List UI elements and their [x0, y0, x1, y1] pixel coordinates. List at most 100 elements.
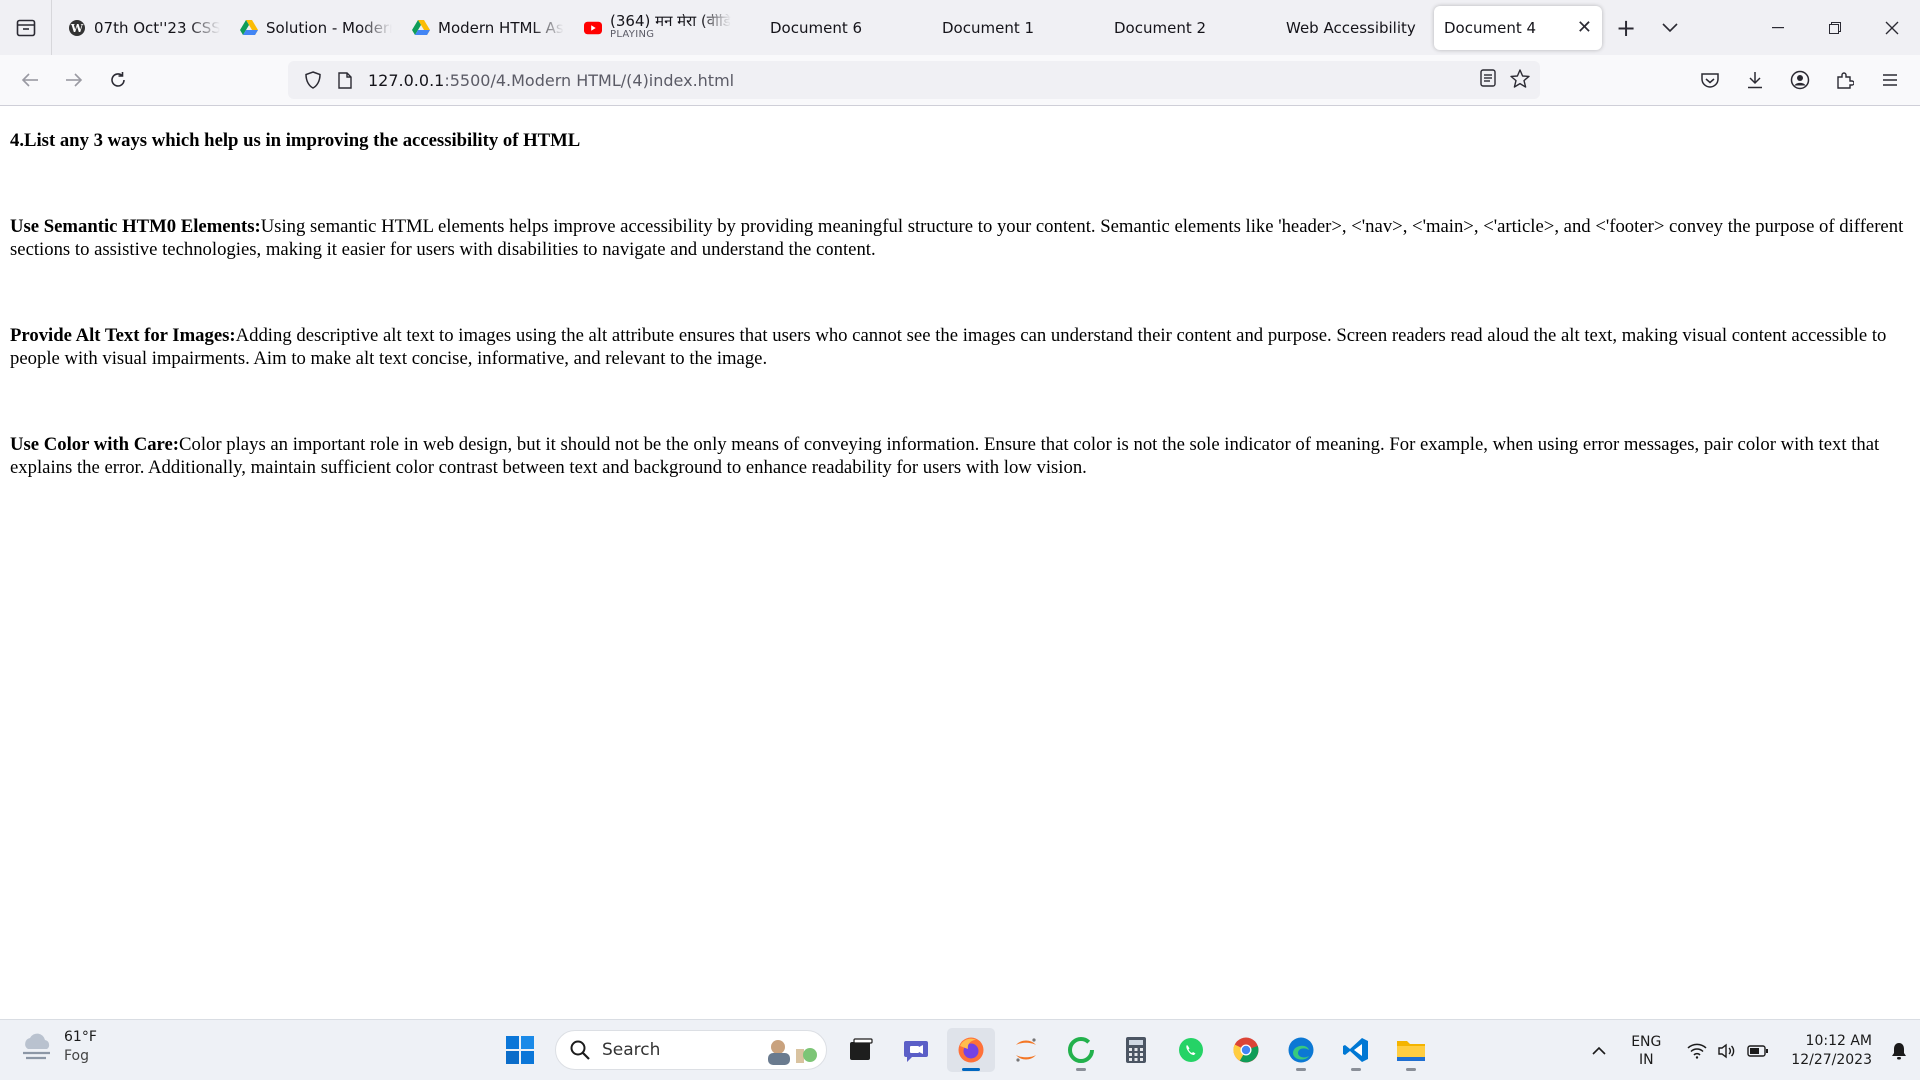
- taskbar: 61°F Fog Search ENG IN 10:12 AM 12/27/20…: [0, 1019, 1920, 1080]
- tab-solution[interactable]: Solution - Modern: [230, 6, 402, 50]
- page-content: 4.List any 3 ways which help us in impro…: [0, 107, 1920, 1019]
- running-indicator: [1076, 1068, 1086, 1071]
- volume-icon: [1718, 1043, 1735, 1058]
- notifications-button[interactable]: [1884, 1042, 1914, 1060]
- app-green-ring-button[interactable]: [1057, 1028, 1105, 1072]
- firefox-taskbar-button[interactable]: [947, 1028, 995, 1072]
- accessibility-item: Use Color with Care:Color plays an impor…: [10, 433, 1910, 479]
- running-indicator: [1351, 1068, 1361, 1071]
- url-host: 127.0.0.1: [368, 70, 445, 90]
- tab-modern-html[interactable]: Modern HTML As: [402, 6, 574, 50]
- hamburger-menu-icon: [1882, 74, 1897, 86]
- tab-title: Solution - Modern: [266, 18, 392, 37]
- plus-icon: +: [1615, 13, 1637, 42]
- bookmark-star-icon[interactable]: [1510, 68, 1530, 92]
- jupyter-icon: [1016, 1038, 1036, 1062]
- input-language-indicator[interactable]: ENG IN: [1619, 1033, 1673, 1069]
- fog-cloud-icon: [23, 1033, 50, 1060]
- running-indicator: [1296, 1068, 1306, 1071]
- close-icon: [1885, 21, 1898, 34]
- minimize-button[interactable]: [1749, 0, 1806, 55]
- item-term: Provide Alt Text for Images:: [10, 325, 236, 346]
- search-icon: [570, 1040, 590, 1060]
- tab-document-6[interactable]: Document 6: [746, 6, 918, 50]
- list-all-tabs-button[interactable]: [1650, 6, 1690, 50]
- extensions-button[interactable]: [1822, 61, 1867, 99]
- whatsapp-button[interactable]: [1167, 1028, 1215, 1072]
- tab-title: Document 2: [1114, 18, 1207, 37]
- quick-settings-button[interactable]: [1687, 1043, 1769, 1059]
- url-text[interactable]: 127.0.0.1:5500/4.Modern HTML/(4)index.ht…: [368, 71, 734, 90]
- youtube-icon: [584, 19, 602, 37]
- tab-document-2[interactable]: Document 2: [1090, 6, 1262, 50]
- windows-start-icon: [506, 1036, 534, 1064]
- close-window-button[interactable]: [1863, 0, 1920, 55]
- tab-title: (364) मन मेरा (वीडि: [610, 13, 731, 28]
- battery-icon: [1747, 1044, 1769, 1057]
- firefox-view-button[interactable]: [0, 0, 52, 55]
- show-hidden-icons-button[interactable]: [1579, 1046, 1619, 1055]
- chrome-button[interactable]: [1222, 1028, 1270, 1072]
- app-menu-button[interactable]: [1867, 61, 1912, 99]
- task-view-icon: [850, 1038, 873, 1060]
- reader-view-icon[interactable]: [1480, 69, 1496, 91]
- google-drive-icon: [240, 19, 258, 37]
- item-text: Using semantic HTML elements helps impro…: [10, 216, 1904, 260]
- start-button[interactable]: [496, 1028, 544, 1072]
- tab-youtube[interactable]: (364) मन मेरा (वीडि PLAYING: [574, 6, 746, 50]
- vscode-button[interactable]: [1332, 1028, 1380, 1072]
- page-heading: 4.List any 3 ways which help us in impro…: [10, 130, 581, 151]
- page-icon[interactable]: [330, 71, 360, 89]
- item-text: Color plays an important role in web des…: [10, 434, 1880, 478]
- file-explorer-button[interactable]: [1387, 1028, 1435, 1072]
- arrow-right-icon: [66, 73, 83, 87]
- whatsapp-icon: [1179, 1038, 1203, 1062]
- close-tab-icon[interactable]: ✕: [1577, 17, 1592, 38]
- teams-chat-button[interactable]: [892, 1028, 940, 1072]
- system-tray: ENG IN 10:12 AM 12/27/2023: [1579, 1020, 1920, 1080]
- chevron-up-icon: [1592, 1046, 1606, 1055]
- tracking-protection-icon[interactable]: [296, 71, 330, 89]
- arrow-left-icon: [21, 73, 38, 87]
- downloads-button[interactable]: [1732, 61, 1777, 99]
- clock[interactable]: 10:12 AM 12/27/2023: [1791, 1032, 1872, 1070]
- bell-icon: [1892, 1042, 1906, 1059]
- download-icon: [1747, 72, 1762, 89]
- tab-title: Document 4: [1444, 18, 1537, 37]
- calculator-button[interactable]: [1112, 1028, 1160, 1072]
- forward-button[interactable]: [52, 60, 96, 100]
- restore-icon: [1828, 21, 1841, 34]
- folder-icon: [1397, 1041, 1425, 1061]
- jupyter-button[interactable]: [1002, 1028, 1050, 1072]
- search-highlight-icon: [760, 1035, 820, 1071]
- address-bar[interactable]: 127.0.0.1:5500/4.Modern HTML/(4)index.ht…: [288, 61, 1540, 99]
- window-controls: [1749, 0, 1920, 55]
- tab-document-1[interactable]: Document 1: [918, 6, 1090, 50]
- teams-chat-icon: [904, 1041, 928, 1062]
- item-term: Use Semantic HTM0 Elements:: [10, 216, 261, 237]
- taskbar-apps: Search: [496, 1028, 1442, 1072]
- firefox-icon: [958, 1037, 984, 1063]
- reload-button[interactable]: [96, 60, 140, 100]
- firefox-view-icon: [16, 19, 35, 36]
- account-button[interactable]: [1777, 61, 1822, 99]
- chrome-icon: [1233, 1037, 1259, 1063]
- running-indicator: [962, 1068, 980, 1071]
- item-term: Use Color with Care:: [10, 434, 180, 455]
- pocket-button[interactable]: [1687, 61, 1732, 99]
- weather-condition: Fog: [64, 1048, 90, 1064]
- weather-widget[interactable]: 61°F Fog: [20, 1028, 97, 1066]
- restore-button[interactable]: [1806, 0, 1863, 55]
- tab-web-accessibility[interactable]: Web Accessibility: [1262, 6, 1434, 50]
- playing-label: PLAYING: [610, 28, 655, 40]
- weather-temp: 61°F: [64, 1029, 97, 1045]
- edge-button[interactable]: [1277, 1028, 1325, 1072]
- tab-css[interactable]: W 07th Oct''23 CSS g: [58, 6, 230, 50]
- tab-document-4[interactable]: Document 4 ✕: [1434, 5, 1602, 50]
- taskbar-search[interactable]: Search: [555, 1030, 827, 1070]
- tab-list: W 07th Oct''23 CSS g Solution - Modern M…: [52, 0, 1690, 55]
- task-view-button[interactable]: [837, 1028, 885, 1072]
- new-tab-button[interactable]: +: [1602, 6, 1650, 50]
- lang-code: ENG: [1631, 1033, 1662, 1050]
- back-button[interactable]: [8, 60, 52, 100]
